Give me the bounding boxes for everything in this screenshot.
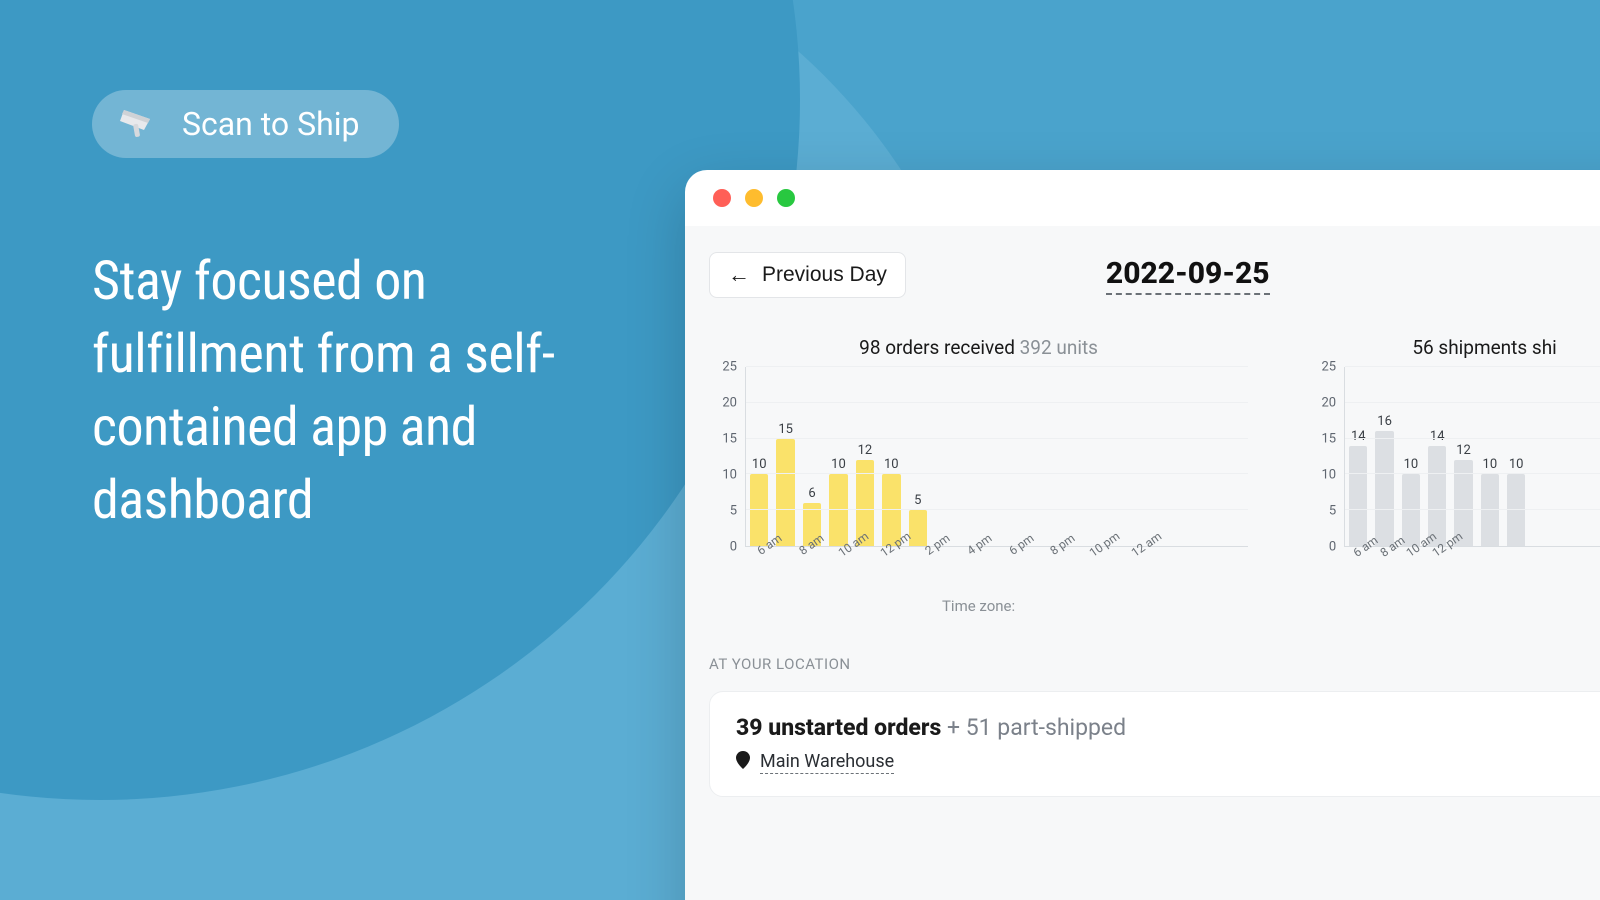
orders-chart-xaxis: 6 am8 am10 am12 pm2 pm4 pm6 pm8 pm10 pm1… [745,547,1248,567]
shipments-chart-yaxis: 0510152025 [1308,367,1340,547]
orders-chart-title-main: 98 orders received [859,336,1019,359]
map-pin-icon [736,751,750,774]
at-your-location-label: AT YOUR LOCATION [709,655,1600,673]
arrow-left-icon: ← [728,264,750,286]
app-window: ← Previous Day 2022-09-25 98 orders rece… [685,170,1600,900]
timezone-label-right: Ti [1308,597,1600,615]
part-shipped-count: + 51 part-shipped [941,714,1126,741]
previous-day-button[interactable]: ← Previous Day [709,252,906,298]
orders-chart-yaxis: 0510152025 [709,367,741,547]
previous-day-label: Previous Day [762,263,887,287]
orders-chart-title-muted: 392 units [1020,336,1098,359]
promo-pill: Scan to Ship [92,90,399,158]
date-picker[interactable]: 2022-09-25 [1106,256,1270,295]
timezone-label: Time zone: [709,597,1248,615]
scanner-icon [114,102,158,146]
unstarted-orders-title: 39 unstarted orders + 51 part-shipped [736,714,1600,741]
shipments-chart: 56 shipments shi 0510152025 141610141210… [1308,336,1600,615]
unstarted-orders-card[interactable]: 39 unstarted orders + 51 part-shipped Ma… [709,691,1600,797]
shipments-chart-xaxis: 6 am8 am10 am12 pm [1344,547,1600,567]
promo-headline: Stay focused on fulfillment from a self-… [92,246,612,538]
shipments-chart-title-main: 56 shipments shi [1412,336,1557,359]
orders-received-chart: 98 orders received 392 units 0510152025 … [709,336,1248,615]
shipments-chart-plotarea: 14161014121010 [1344,367,1600,547]
orders-chart-title: 98 orders received 392 units [709,336,1248,359]
window-titlebar [685,170,1600,226]
promo-pill-label: Scan to Ship [182,105,359,143]
orders-chart-plotarea: 101561012105 [745,367,1248,547]
location-selector[interactable]: Main Warehouse [736,751,894,774]
traffic-zoom-icon[interactable] [777,189,795,207]
unstarted-count: 39 unstarted orders [736,714,941,741]
traffic-minimize-icon[interactable] [745,189,763,207]
location-name: Main Warehouse [760,751,894,774]
traffic-close-icon[interactable] [713,189,731,207]
shipments-chart-title: 56 shipments shi [1308,336,1600,359]
